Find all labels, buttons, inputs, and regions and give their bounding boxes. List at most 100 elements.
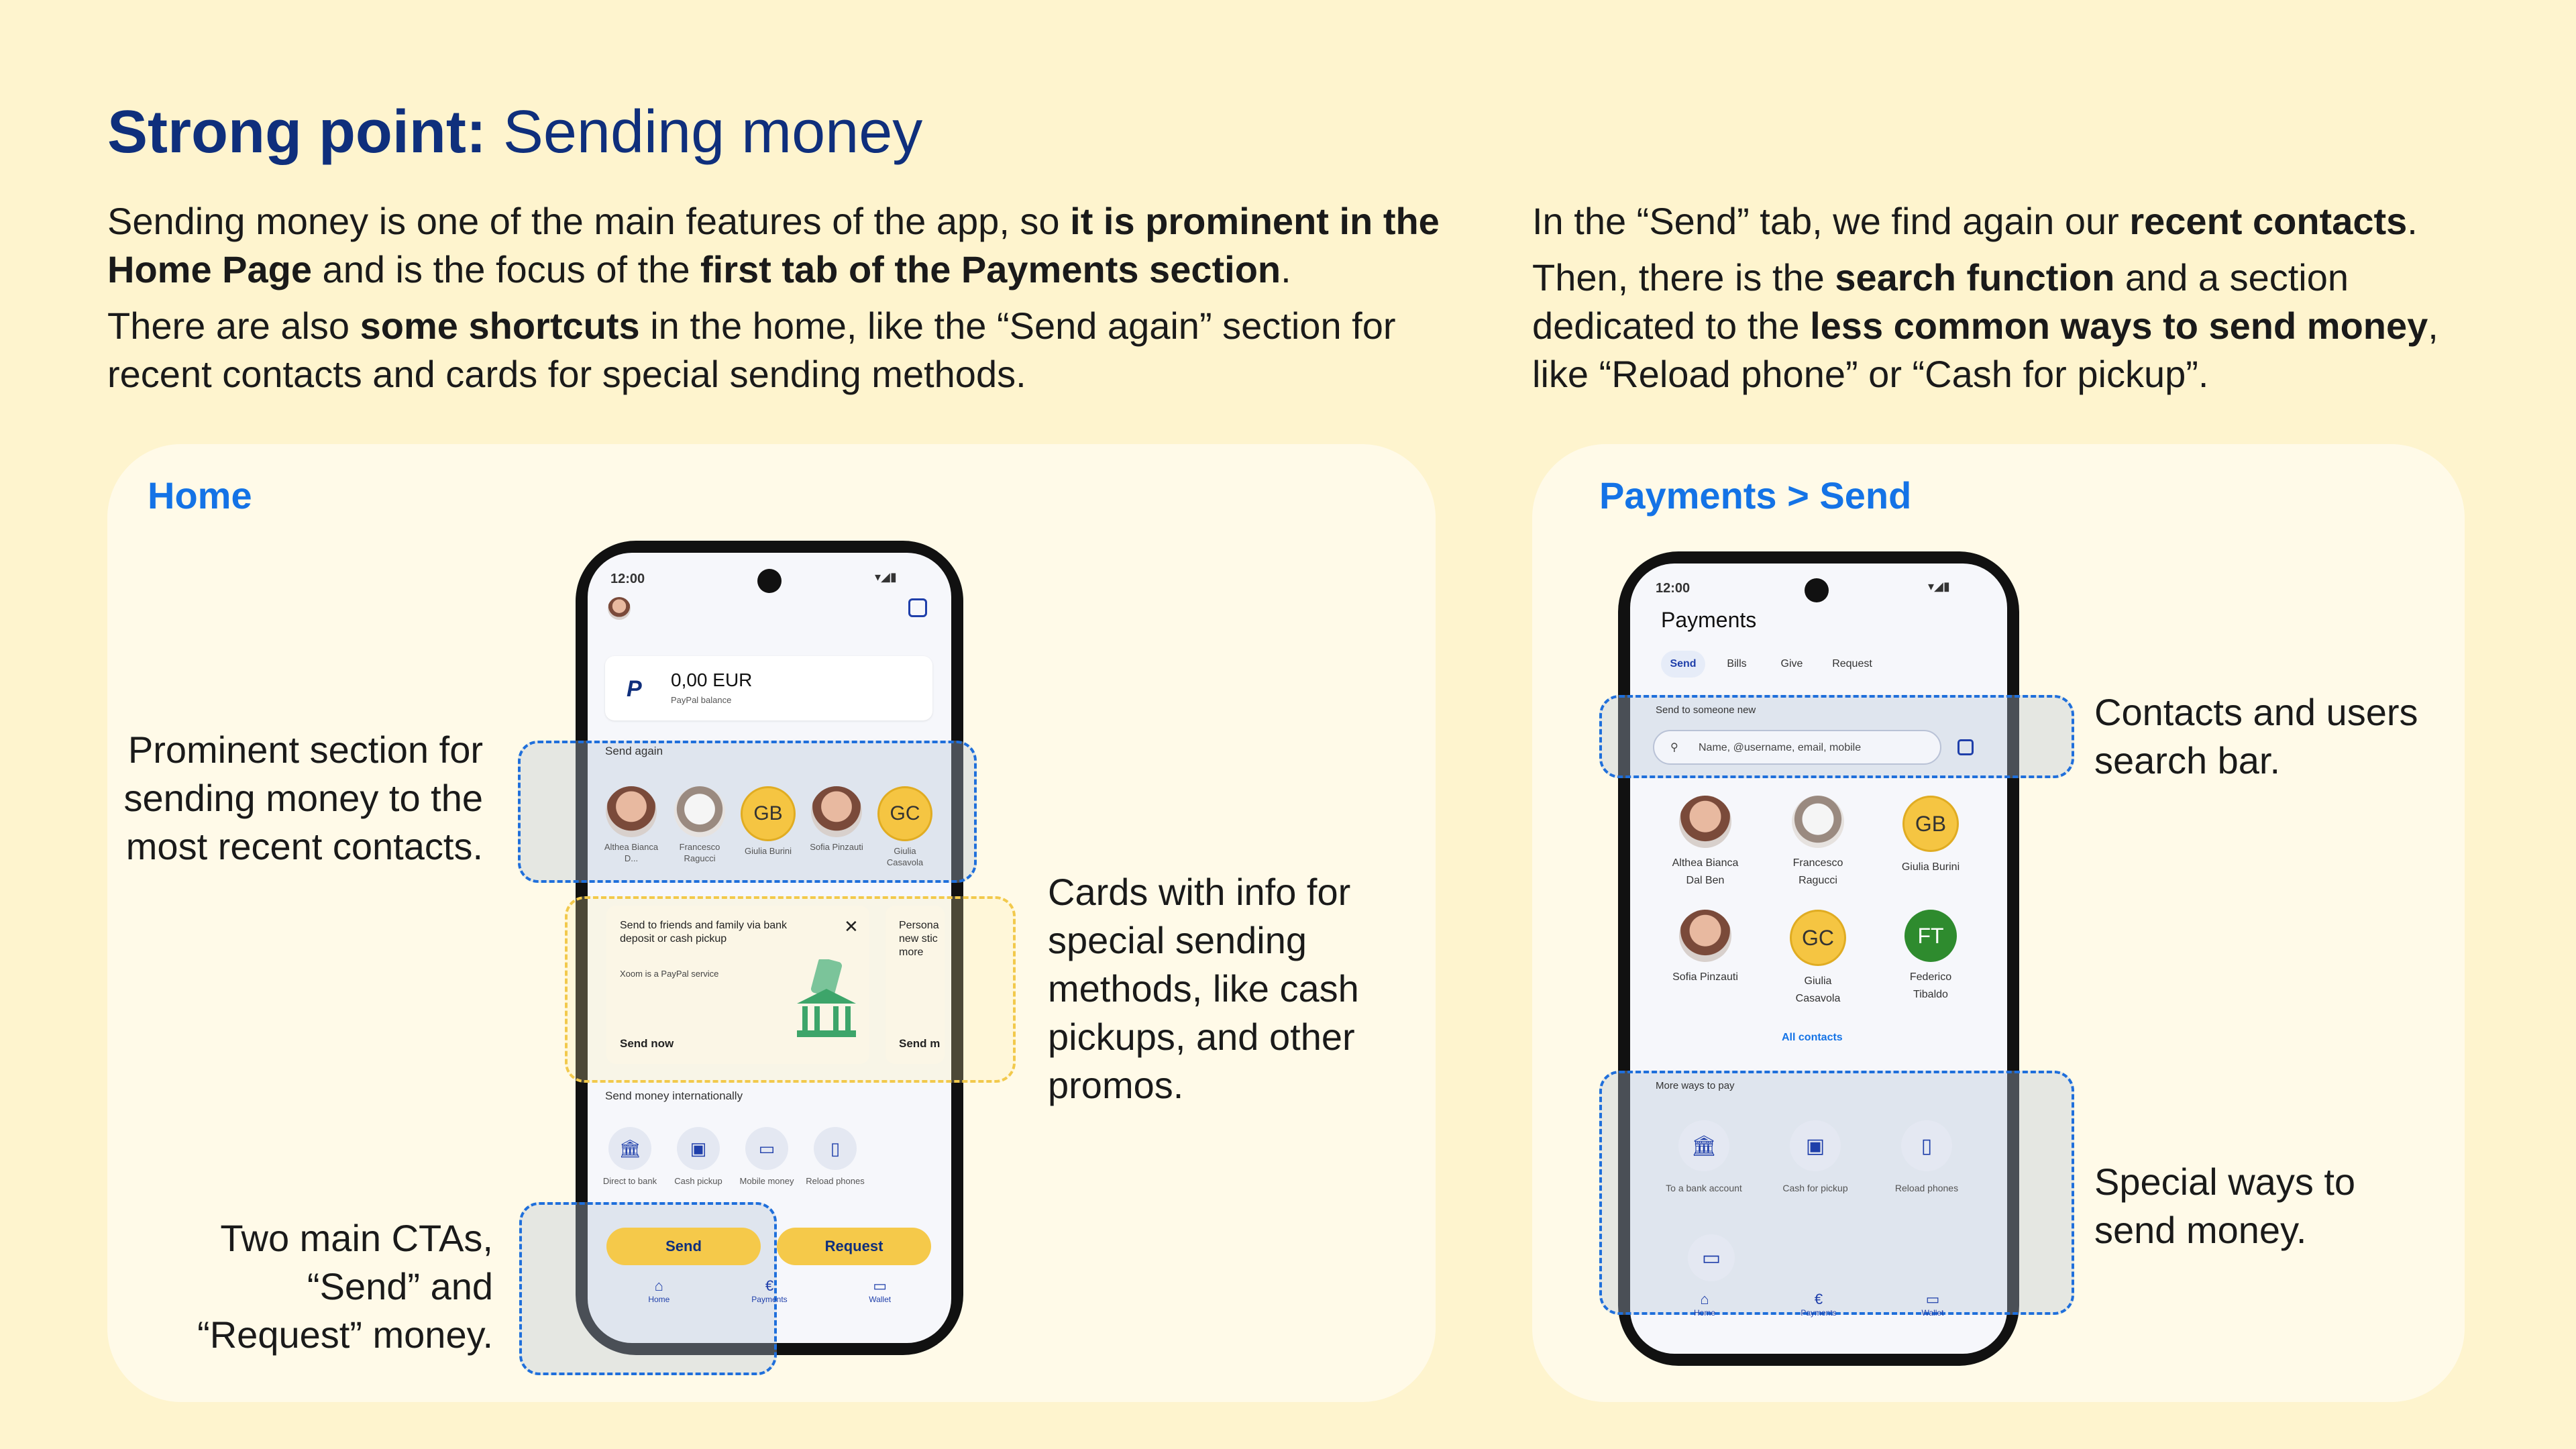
nav-item-label: Payments [1801, 1308, 1837, 1318]
contact-name: Sofia Pinzauti [1672, 971, 1738, 983]
contact-item[interactable]: Althea Bianca D... [601, 786, 661, 864]
promo-card-text: Send to friends and family via bank depo… [620, 920, 788, 945]
contact-item[interactable]: GB Giulia Burini [738, 786, 798, 857]
payments-screen-title: Payments [1661, 608, 1757, 632]
phone-icon: ▯ [814, 1127, 857, 1170]
contact-avatar [1679, 910, 1731, 962]
contact-item[interactable]: GB Giulia Burini [1877, 796, 1984, 876]
contact-item[interactable]: Sofia Pinzauti [1652, 910, 1759, 986]
qr-scan-icon[interactable] [908, 598, 927, 617]
contact-name: Giulia Casavola [886, 846, 924, 867]
nav-item-label: Home [1693, 1308, 1715, 1318]
wallet-icon: ▭ [745, 1127, 788, 1170]
contact-name: Althea Bianca Dal Ben [1672, 857, 1739, 886]
nav-item-payments[interactable]: € Payments [714, 1277, 825, 1304]
contact-name: Sofia Pinzauti [810, 842, 863, 852]
intl-option-label: Reload phones [806, 1176, 865, 1186]
contact-name: Giulia Burini [744, 846, 792, 856]
send-again-list: Althea Bianca D... Francesco Ragucci GB Giu… [601, 786, 936, 873]
payment-way-label: To a bank account [1666, 1183, 1742, 1193]
intl-option-label: Mobile money [739, 1176, 794, 1186]
intl-options: 🏛 Direct to bank ▣ Cash pickup ▭ Mobile money… [600, 1127, 935, 1214]
contact-item[interactable]: GC Giulia Casavola [875, 786, 935, 868]
contact-avatar [1792, 796, 1844, 848]
intl-title: Send money internationally [605, 1089, 743, 1102]
payments-icon: € [1814, 1291, 1823, 1307]
contact-item[interactable]: Francesco Ragucci [669, 786, 730, 864]
search-icon: ⚲ [1670, 742, 1678, 753]
request-button[interactable]: Request [777, 1228, 931, 1265]
nav-item-label: Wallet [869, 1295, 892, 1304]
contact-avatar: GB [1902, 796, 1959, 852]
tab-bills[interactable]: Bills [1712, 651, 1762, 678]
qr-scan-icon[interactable] [1957, 739, 1974, 755]
home-icon: ⌂ [654, 1277, 663, 1294]
contact-avatar: GB [741, 786, 796, 841]
intl-option[interactable]: ▭ Mobile money [737, 1127, 797, 1187]
contact-item[interactable]: GC Giulia Casavola [1764, 910, 1872, 1008]
contact-name: Francesco Ragucci [679, 842, 720, 863]
search-placeholder: Name, @username, email, mobile [1699, 742, 1862, 753]
contact-avatar [674, 786, 725, 837]
more-ways-options: 🏛 To a bank account ▣ Cash for pickup ▯ Reloa… [1650, 1120, 1986, 1214]
promo-send-now-link[interactable]: Send now [620, 1037, 674, 1051]
balance-card[interactable] [605, 656, 932, 720]
payments-panel-title: Payments > Send [1599, 474, 1912, 517]
payment-way-option[interactable]: 🏛 To a bank account [1650, 1120, 1758, 1194]
payment-way-option[interactable]: ▣ Cash for pickup [1762, 1120, 1869, 1194]
intl-option[interactable]: ▯ Reload phones [805, 1127, 865, 1187]
profile-avatar[interactable] [608, 597, 631, 620]
close-icon[interactable]: ✕ [844, 916, 859, 937]
send-new-title: Send to someone new [1656, 704, 1756, 716]
annot-special: Special ways to send money. [2094, 1161, 2356, 1251]
contact-name: Giulia Casavola [1795, 975, 1841, 1004]
intl-option[interactable]: 🏛 Direct to bank [600, 1127, 660, 1187]
payment-way-label: Reload phones [1894, 1183, 1959, 1193]
nav-item-home[interactable]: ⌂ Home [604, 1277, 714, 1304]
wallet-icon: ▭ [1925, 1291, 1940, 1307]
nav-item-payments[interactable]: € Payments [1762, 1291, 1876, 1318]
contact-item[interactable]: FT Federico Tibaldo [1877, 910, 1984, 1004]
intl-option-label: Cash pickup [674, 1176, 722, 1186]
annot-recent: Prominent section for sending money to t… [123, 729, 483, 867]
camera [1805, 578, 1829, 602]
annot-cards: Cards with info for special sending meth… [1048, 871, 1359, 1106]
contact-item[interactable]: Althea Bianca Dal Ben [1652, 796, 1759, 890]
payment-way-option[interactable]: ▯ Reload phones [1873, 1120, 1980, 1194]
contact-item[interactable]: Sofia Pinzauti [806, 786, 867, 853]
payments-icon: € [765, 1277, 774, 1294]
balance-amount: 0,00 EUR [671, 669, 753, 690]
wallet-icon: ▭ [1701, 1246, 1721, 1269]
tab-request[interactable]: Request [1822, 651, 1882, 678]
bottom-nav: ⌂ Home € Payments ▭ Wallet [1648, 1291, 1990, 1324]
promo-card2-text: Persona new stic more [899, 920, 939, 958]
status-icons: ▾◢▮ [1928, 580, 1950, 593]
bank-icon: 🏛 [608, 1127, 651, 1170]
tab-give[interactable]: Give [1768, 651, 1815, 678]
contact-item[interactable]: Francesco Ragucci [1764, 796, 1872, 890]
wallet-option[interactable]: ▭ [1688, 1234, 1735, 1281]
promo-card2-cta[interactable]: Send m [899, 1037, 940, 1051]
bank-icon: 🏛 [1678, 1120, 1729, 1171]
cash-icon: ▣ [1790, 1120, 1841, 1171]
send-button[interactable]: Send [606, 1228, 761, 1265]
intl-option-label: Direct to bank [602, 1176, 657, 1186]
nav-item-label: Home [648, 1295, 670, 1304]
recent-contacts-grid: Althea Bianca Dal Ben Francesco Ragucci GB… [1652, 796, 1987, 1017]
contact-avatar [811, 786, 862, 837]
contact-avatar: GC [1790, 910, 1846, 966]
promo-card-partial[interactable]: Persona new stic more Send m [885, 906, 945, 1064]
intl-option[interactable]: ▣ Cash pickup [668, 1127, 729, 1187]
cash-icon: ▣ [677, 1127, 720, 1170]
page-title: Strong point: Sending money [107, 99, 923, 166]
home-panel-title: Home [148, 474, 252, 517]
wallet-icon: ▭ [873, 1277, 888, 1294]
nav-item-wallet[interactable]: ▭ Wallet [824, 1277, 935, 1304]
nav-item-home[interactable]: ⌂ Home [1648, 1291, 1762, 1318]
status-icons: ▾◢▮ [875, 570, 897, 584]
nav-item-wallet[interactable]: ▭ Wallet [1876, 1291, 1990, 1318]
all-contacts-link[interactable]: All contacts [1782, 1032, 1843, 1044]
tab-send[interactable]: Send [1661, 651, 1705, 678]
balance-label: PayPal balance [671, 695, 732, 705]
contact-name: Federico Tibaldo [1909, 971, 1952, 1000]
